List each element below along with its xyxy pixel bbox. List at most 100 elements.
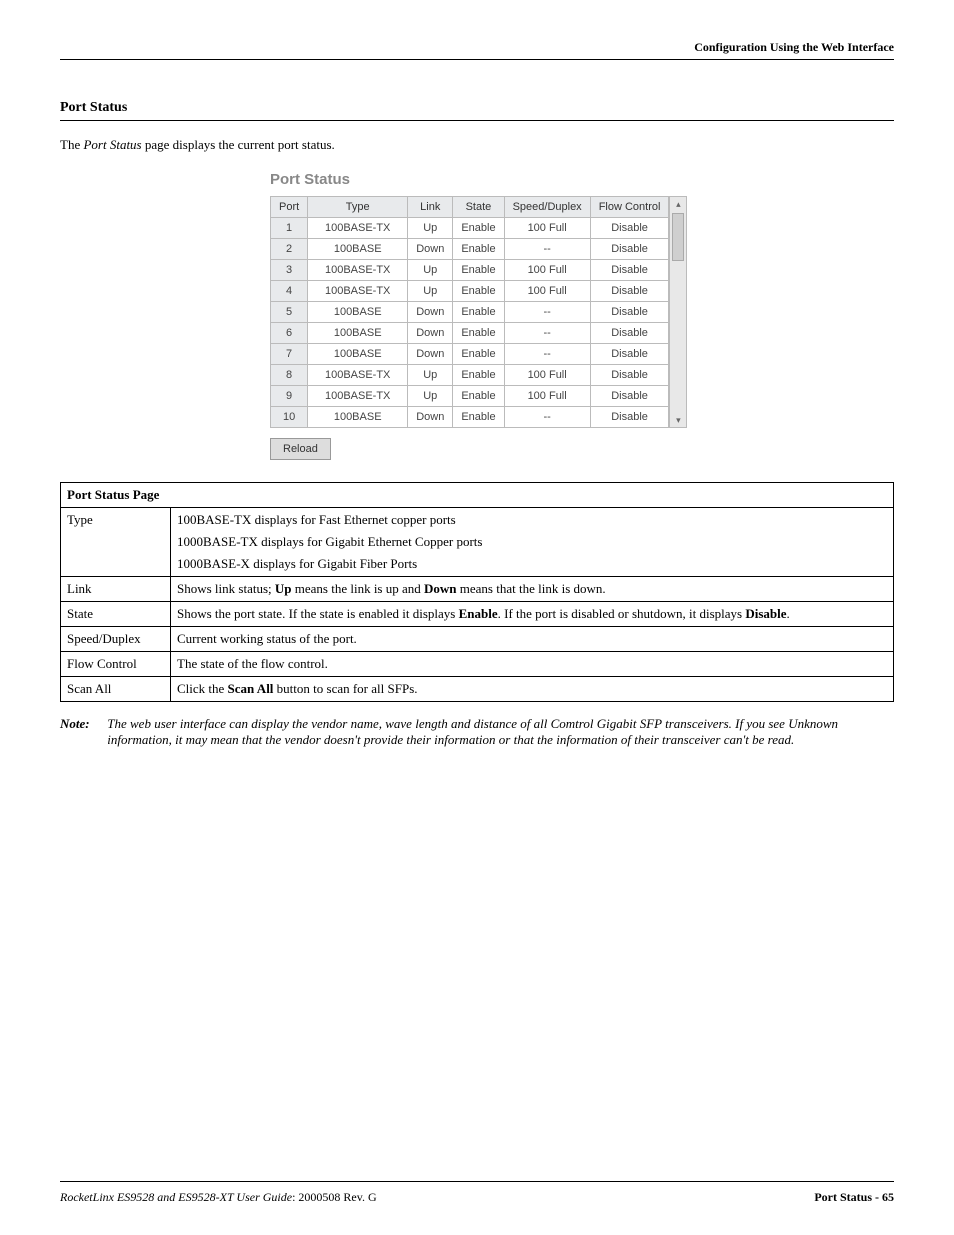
desc-flow-label: Flow Control (61, 652, 171, 677)
table-cell: 6 (271, 323, 308, 344)
desc-speed-label: Speed/Duplex (61, 627, 171, 652)
table-row: 8100BASE-TXUpEnable100 FullDisable (271, 365, 669, 386)
table-cell: 100BASE-TX (308, 365, 408, 386)
table-row: 5100BASEDownEnable--Disable (271, 302, 669, 323)
table-cell: Disable (590, 344, 669, 365)
table-cell: 100 Full (504, 260, 590, 281)
col-state: State (453, 197, 504, 218)
table-cell: 9 (271, 386, 308, 407)
desc-link-b1: Up (275, 581, 292, 596)
table-cell: 100BASE (308, 344, 408, 365)
desc-type-text: 100BASE-TX displays for Fast Ethernet co… (171, 508, 894, 577)
desc-type-label: Type (61, 508, 171, 577)
table-cell: 100 Full (504, 365, 590, 386)
table-cell: Up (408, 218, 453, 239)
table-cell: 2 (271, 239, 308, 260)
col-link: Link (408, 197, 453, 218)
port-status-table: Port Type Link State Speed/Duplex Flow C… (270, 196, 669, 428)
table-cell: Enable (453, 281, 504, 302)
desc-state-b1: Enable (459, 606, 498, 621)
table-row: 3100BASE-TXUpEnable100 FullDisable (271, 260, 669, 281)
table-cell: 100BASE-TX (308, 281, 408, 302)
desc-state-b2: Disable (745, 606, 786, 621)
table-cell: Enable (453, 344, 504, 365)
desc-type-line1: 100BASE-TX displays for Fast Ethernet co… (177, 512, 887, 528)
desc-link-text: Shows link status; Up means the link is … (171, 577, 894, 602)
table-cell: -- (504, 239, 590, 260)
table-cell: 100 Full (504, 281, 590, 302)
table-cell: Up (408, 365, 453, 386)
footer-left: RocketLinx ES9528 and ES9528-XT User Gui… (60, 1190, 377, 1205)
table-row: 2100BASEDownEnable--Disable (271, 239, 669, 260)
table-cell: -- (504, 344, 590, 365)
table-cell: Enable (453, 260, 504, 281)
table-cell: Up (408, 281, 453, 302)
table-cell: Down (408, 344, 453, 365)
table-cell: Down (408, 239, 453, 260)
table-cell: Disable (590, 365, 669, 386)
table-row: 1100BASE-TXUpEnable100 FullDisable (271, 218, 669, 239)
table-cell: Enable (453, 218, 504, 239)
table-row: 9100BASE-TXUpEnable100 FullDisable (271, 386, 669, 407)
table-cell: 7 (271, 344, 308, 365)
table-cell: 100BASE (308, 302, 408, 323)
desc-speed-text: Current working status of the port. (171, 627, 894, 652)
footer-guide-title: RocketLinx ES9528 and ES9528-XT User Gui… (60, 1190, 292, 1204)
table-cell: 5 (271, 302, 308, 323)
desc-type-line3: 1000BASE-X displays for Gigabit Fiber Po… (177, 556, 887, 572)
desc-scan-b1: Scan All (228, 681, 274, 696)
table-cell: Down (408, 302, 453, 323)
col-type: Type (308, 197, 408, 218)
col-port: Port (271, 197, 308, 218)
desc-flow-text: The state of the flow control. (171, 652, 894, 677)
table-scrollbar[interactable]: ▴ ▾ (669, 196, 687, 428)
desc-state-text: Shows the port state. If the state is en… (171, 602, 894, 627)
desc-link-b2: Down (424, 581, 457, 596)
desc-state-label: State (61, 602, 171, 627)
desc-link-t3: means that the link is down. (457, 581, 606, 596)
table-cell: Disable (590, 239, 669, 260)
table-cell: Enable (453, 365, 504, 386)
table-cell: Disable (590, 302, 669, 323)
table-cell: Disable (590, 386, 669, 407)
table-cell: Disable (590, 407, 669, 428)
table-cell: -- (504, 323, 590, 344)
desc-scan-label: Scan All (61, 677, 171, 702)
table-cell: 8 (271, 365, 308, 386)
table-cell: 100BASE (308, 323, 408, 344)
desc-link-label: Link (61, 577, 171, 602)
table-cell: 100BASE-TX (308, 218, 408, 239)
desc-state-t3: . (787, 606, 790, 621)
header-section-label: Configuration Using the Web Interface (60, 40, 894, 60)
footer-right: Port Status - 65 (814, 1190, 894, 1205)
section-title: Port Status (60, 100, 894, 121)
table-cell: Disable (590, 260, 669, 281)
intro-prefix: The (60, 137, 83, 152)
note-label: Note: (60, 716, 104, 732)
scroll-thumb[interactable] (672, 213, 684, 261)
intro-em: Port Status (83, 137, 141, 152)
table-cell: Enable (453, 386, 504, 407)
scroll-up-icon[interactable]: ▴ (676, 197, 681, 211)
desc-state-t2: . If the port is disabled or shutdown, i… (498, 606, 746, 621)
table-cell: Enable (453, 302, 504, 323)
table-cell: -- (504, 302, 590, 323)
table-cell: Down (408, 323, 453, 344)
table-row: 10100BASEDownEnable--Disable (271, 407, 669, 428)
desc-link-t2: means the link is up and (292, 581, 425, 596)
desc-link-t1: Shows link status; (177, 581, 275, 596)
col-speed-duplex: Speed/Duplex (504, 197, 590, 218)
table-cell: 100BASE-TX (308, 260, 408, 281)
desc-state-t1: Shows the port state. If the state is en… (177, 606, 459, 621)
desc-scan-text: Click the Scan All button to scan for al… (171, 677, 894, 702)
table-row: 6100BASEDownEnable--Disable (271, 323, 669, 344)
reload-button[interactable]: Reload (270, 438, 331, 460)
table-cell: Enable (453, 323, 504, 344)
table-cell: 100BASE (308, 239, 408, 260)
page-footer: RocketLinx ES9528 and ES9528-XT User Gui… (60, 1181, 894, 1205)
table-cell: 1 (271, 218, 308, 239)
table-cell: Enable (453, 239, 504, 260)
table-cell: 100 Full (504, 386, 590, 407)
scroll-down-icon[interactable]: ▾ (676, 413, 681, 427)
intro-text: The Port Status page displays the curren… (60, 137, 894, 153)
